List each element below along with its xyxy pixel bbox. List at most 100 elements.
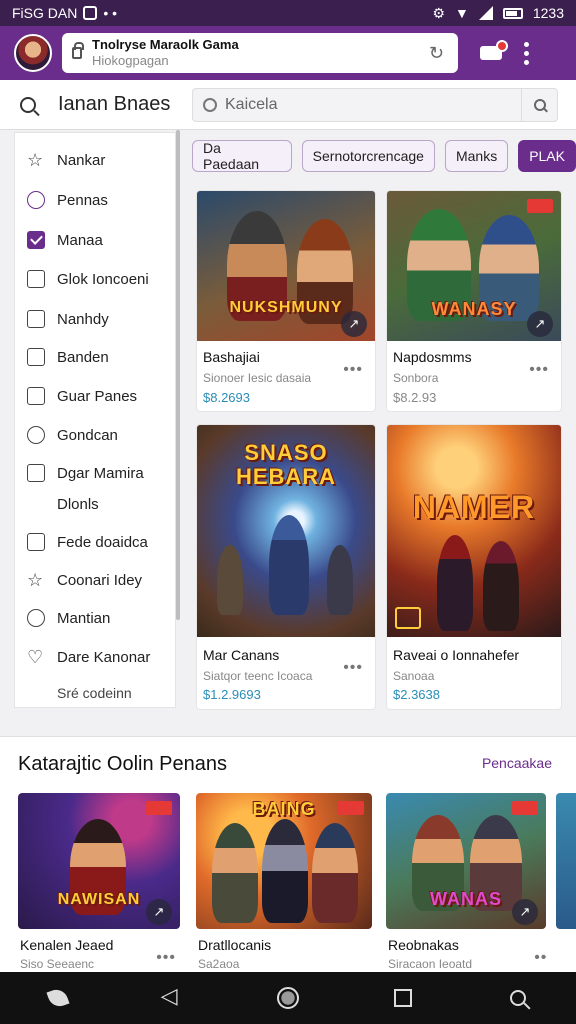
reload-icon[interactable]: ↻ xyxy=(429,43,444,64)
sidebar-item-label: Glok Ioncoeni xyxy=(57,270,149,288)
status-bar: FiSG DAN • • ⚙ ▼ 1233 xyxy=(0,0,576,26)
image-icon xyxy=(27,387,45,405)
search-ring-icon xyxy=(203,98,217,112)
badge xyxy=(512,801,538,815)
game-art-image: WANAS ↗ xyxy=(386,793,546,929)
sidebar-item-12[interactable]: Mantian xyxy=(27,609,110,627)
sidebar-item-13[interactable]: ♡ Dare Kanonar xyxy=(27,648,150,666)
search-icon xyxy=(510,990,527,1006)
more-options-icon[interactable]: ••• xyxy=(343,659,363,677)
sidebar-item-14[interactable]: Sré codeinn xyxy=(57,685,132,701)
next-card-peek[interactable] xyxy=(556,793,576,929)
game-price: $1.2.9693 xyxy=(203,687,261,702)
section-title: Katarajtic Oolin Penans xyxy=(18,753,228,775)
alarm-icon: ⚙ xyxy=(432,4,445,21)
leaf-icon xyxy=(46,986,70,1010)
leaf-icon xyxy=(27,426,45,444)
chip-0[interactable]: Da Paedaan xyxy=(192,140,292,172)
badge xyxy=(338,801,364,815)
game-art-image: NAMER xyxy=(387,425,561,637)
share-icon[interactable]: ↗ xyxy=(341,311,367,337)
sidebar-item-label: Manaa xyxy=(57,231,103,249)
search-button[interactable] xyxy=(521,89,557,121)
nav-search-button[interactable] xyxy=(498,978,538,1018)
home-button[interactable] xyxy=(268,978,308,1018)
game-art-image: SNASO HEBARA xyxy=(197,425,375,637)
sidebar-item-0[interactable]: ☆ Nankar xyxy=(27,151,105,169)
card-icon xyxy=(27,310,45,328)
sidebar-item-8[interactable]: Dgar Mamira xyxy=(27,464,144,482)
avatar[interactable] xyxy=(14,34,52,72)
sidebar-item-1[interactable]: Pennas xyxy=(27,191,108,209)
sidebar-item-7[interactable]: Gondcan xyxy=(27,426,118,444)
share-icon[interactable]: ↗ xyxy=(146,899,172,925)
page-title: Ianan Bnaes xyxy=(58,93,171,115)
game-card[interactable]: WANAS ↗ Reobnakas Siracaon Ieoatd ••• xyxy=(386,793,546,971)
sidebar-item-label: Fede doaidca xyxy=(57,533,148,551)
search-button-icon xyxy=(533,99,546,111)
system-nav-bar xyxy=(0,972,576,1024)
address-bar[interactable]: Tnolryse Maraolk Gama Hiokogpagan ↻ xyxy=(62,33,458,73)
game-card[interactable]: NUKSHMUNY ↗ Bashajiai Sionoer Iesic dasa… xyxy=(196,190,376,412)
chart-icon xyxy=(27,270,45,288)
battery-icon xyxy=(502,7,523,19)
share-icon[interactable]: ↗ xyxy=(527,311,553,337)
url-title: Tnolryse Maraolk Gama xyxy=(92,37,239,52)
sidebar-item-9[interactable]: Dlonls xyxy=(57,496,99,513)
sidebar-item-label: Dlonls xyxy=(57,496,99,513)
more-options-icon[interactable]: ••• xyxy=(156,949,176,967)
square-icon xyxy=(27,348,45,366)
share-icon[interactable]: ↗ xyxy=(512,899,538,925)
game-art-image: NUKSHMUNY ↗ xyxy=(197,191,375,341)
status-time: 1233 xyxy=(532,5,564,21)
game-card[interactable]: SNASO HEBARA Mar Canans Siatqor teenc Ic… xyxy=(196,424,376,710)
app-bar: Tnolryse Maraolk Gama Hiokogpagan ↻ xyxy=(0,26,576,80)
game-card[interactable]: NAMER Raveai o Ionnahefer Sanoaa $2.3638 xyxy=(386,424,562,710)
more-options-icon[interactable]: ••• xyxy=(343,361,363,379)
sidebar-item-2[interactable]: Manaa xyxy=(27,231,103,249)
search-field[interactable] xyxy=(192,88,558,122)
sidebar-item-label: Banden xyxy=(57,348,109,366)
game-card[interactable]: NAWISAN ↗ Kenalen Jeaed Siso Seeaenc ••• xyxy=(18,793,180,971)
sidebar-item-5[interactable]: Banden xyxy=(27,348,109,366)
recents-button[interactable] xyxy=(383,978,423,1018)
sidebar-item-11[interactable]: ☆ Coonari Idey xyxy=(27,571,142,589)
sidebar-item-label: Dgar Mamira xyxy=(57,464,144,482)
sidebar-scrollbar[interactable] xyxy=(176,130,180,620)
wifi-icon: ▼ xyxy=(454,5,469,21)
clock-icon xyxy=(27,609,45,627)
sidebar-item-label: Guar Panes xyxy=(57,387,138,405)
more-options-icon[interactable]: ••• xyxy=(534,949,546,967)
sidebar-item-10[interactable]: Fede doaidca xyxy=(27,533,148,551)
cart-icon[interactable] xyxy=(478,40,508,66)
game-name: Napdosmms xyxy=(393,349,472,365)
chip-1[interactable]: Sernotorcrencage xyxy=(301,140,435,172)
badge xyxy=(527,199,553,213)
sidebar-item-4[interactable]: Nanhdy xyxy=(27,310,109,328)
back-button[interactable] xyxy=(153,978,193,1018)
game-subtitle: Siso Seeaenc xyxy=(20,957,95,971)
sidebar-item-label: Nanhdy xyxy=(57,310,109,328)
search-icon[interactable] xyxy=(20,96,36,113)
search-input[interactable] xyxy=(225,96,505,114)
game-card[interactable]: WANASY ↗ Napdosmms Sonbora $8.2.93 ••• xyxy=(386,190,562,412)
chip-3[interactable]: PLAK xyxy=(518,140,576,172)
more-options-icon[interactable]: ••• xyxy=(529,361,549,379)
see-all-link[interactable]: Pencaakae xyxy=(482,755,552,771)
checkbox-checked-icon xyxy=(27,231,45,249)
game-name: Reobnakas xyxy=(388,937,459,953)
game-name: Dratllocanis xyxy=(198,937,272,953)
star-outline-icon: ☆ xyxy=(27,150,44,170)
assistant-button[interactable] xyxy=(38,978,78,1018)
chip-2[interactable]: Manks xyxy=(444,140,509,172)
game-card[interactable]: BAING Dratllocanis Sa2aoa xyxy=(196,793,372,971)
signal-icon xyxy=(478,6,493,20)
more-dots-icon: • • xyxy=(103,5,118,21)
game-subtitle: Sionoer Iesic dasaia xyxy=(203,371,312,385)
game-art-image: BAING xyxy=(196,793,372,929)
overflow-menu-icon[interactable] xyxy=(524,41,529,65)
sidebar-item-3[interactable]: Glok Ioncoeni xyxy=(27,270,149,288)
sidebar-item-6[interactable]: Guar Panes xyxy=(27,387,137,405)
lock-icon xyxy=(72,42,84,59)
game-art-image: WANASY ↗ xyxy=(387,191,561,341)
